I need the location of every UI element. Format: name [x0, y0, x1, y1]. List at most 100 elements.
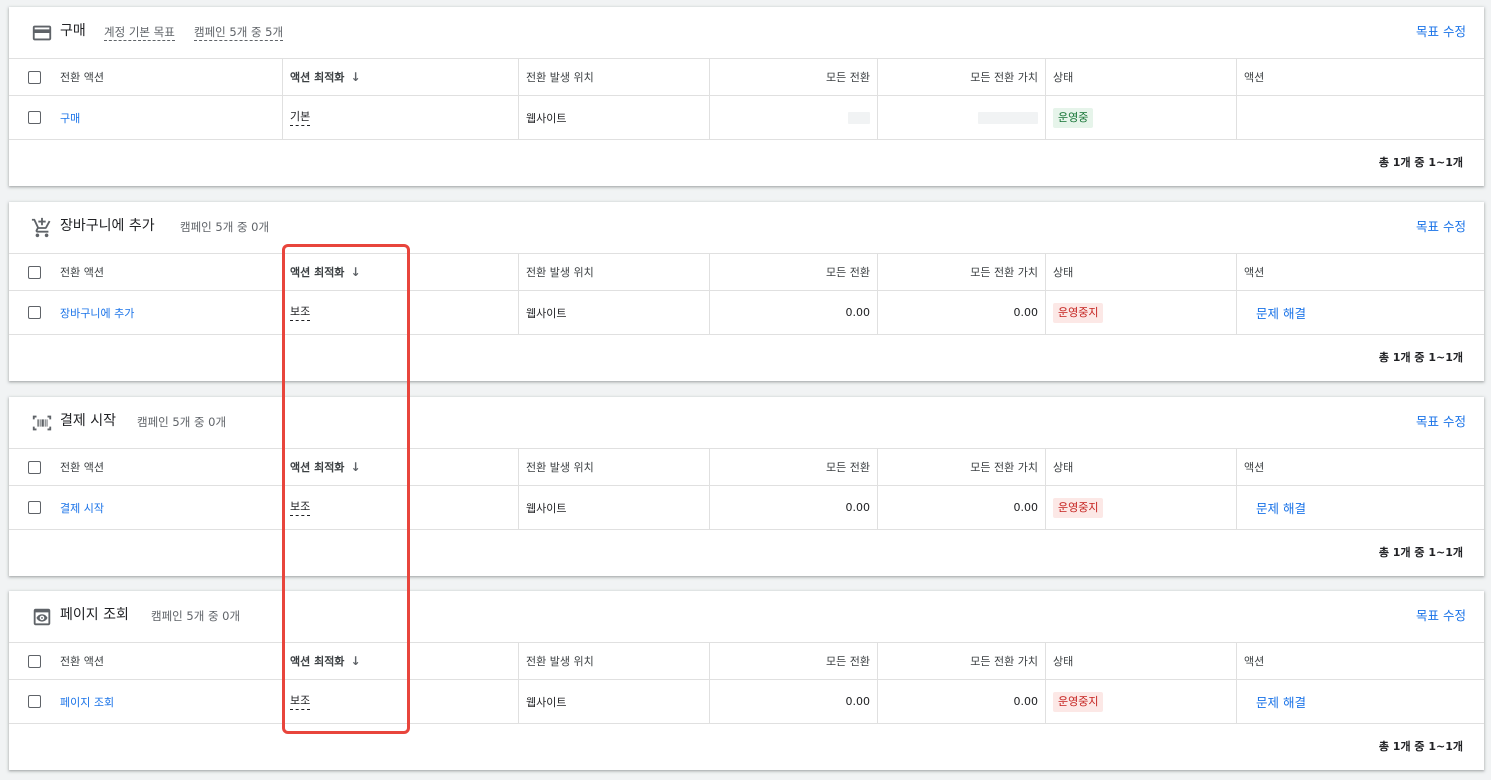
- action-optimization-cell[interactable]: 기본: [290, 96, 311, 139]
- conversion-source-cell: 웹사이트: [526, 695, 567, 709]
- col-header-action-optimization[interactable]: 액션 최적화 ↓: [290, 59, 361, 95]
- card-header: 장바구니에 추가 캠페인 5개 중 0개 목표 수정: [9, 202, 1484, 253]
- page-view-eye-icon: [33, 608, 51, 626]
- all-conversions-cell: 0.00: [845, 695, 871, 708]
- col-header-actions: 액션: [1244, 71, 1265, 84]
- all-conversions-cell: 0.00: [845, 306, 871, 319]
- conversion-action-link[interactable]: 결제 시작: [60, 486, 104, 529]
- col-header-all-conversions: 모든 전환: [826, 655, 870, 668]
- campaign-count: 캠페인 5개 중 5개: [194, 25, 284, 41]
- category-title: 장바구니에 추가: [60, 218, 155, 234]
- col-header-actions: 액션: [1244, 655, 1265, 668]
- status-badge: 운영중지: [1053, 691, 1104, 712]
- barcode-scanner-icon: [32, 415, 52, 431]
- table-row: 구매 기본 웹사이트 운영중: [9, 95, 1484, 139]
- status-badge: 운영중지: [1053, 302, 1104, 323]
- conversion-source-cell: 웹사이트: [526, 501, 567, 515]
- all-conversion-value-cell: [978, 96, 1038, 139]
- table-header-row: 전환 액션 액션 최적화 ↓ 전환 발생 위치 모든 전환 모든 전환 가치 상태…: [9, 58, 1484, 95]
- status-cell: 운영중지: [1053, 680, 1104, 723]
- action-optimization-cell[interactable]: 보조: [290, 486, 311, 529]
- card-header: 결제 시작 캠페인 5개 중 0개 목표 수정: [9, 397, 1484, 448]
- edit-goal-link[interactable]: 목표 수정: [1416, 413, 1466, 431]
- col-header-all-conversions: 모든 전환: [826, 71, 870, 84]
- status-badge: 운영중지: [1053, 497, 1104, 518]
- select-all-checkbox[interactable]: [28, 71, 41, 84]
- goal-card-begin-checkout: 결제 시작 캠페인 5개 중 0개 목표 수정 전환 액션 액션 최적화 ↓ 전환…: [9, 397, 1484, 576]
- category-title: 구매: [60, 23, 86, 39]
- col-header-conversion-action: 전환 액션: [60, 266, 104, 279]
- col-header-all-conversion-value: 모든 전환 가치: [970, 461, 1038, 474]
- pagination-label: 총 1개 중 1~1개: [1378, 351, 1463, 364]
- col-header-conversion-action: 전환 액션: [60, 461, 104, 474]
- col-header-conversion-source: 전환 발생 위치: [526, 655, 594, 668]
- card-footer: 총 1개 중 1~1개: [9, 723, 1484, 769]
- card-footer: 총 1개 중 1~1개: [9, 139, 1484, 185]
- category-title: 페이지 조회: [60, 607, 129, 623]
- col-header-conversion-source: 전환 발생 위치: [526, 71, 594, 84]
- troubleshoot-link[interactable]: 문제 해결: [1256, 486, 1306, 529]
- conversion-source-cell: 웹사이트: [526, 111, 567, 125]
- action-optimization-cell[interactable]: 보조: [290, 291, 311, 334]
- col-header-action-optimization[interactable]: 액션 최적화 ↓: [290, 449, 361, 485]
- pagination-label: 총 1개 중 1~1개: [1378, 156, 1463, 169]
- col-header-conversion-source: 전환 발생 위치: [526, 266, 594, 279]
- row-checkbox[interactable]: [28, 501, 41, 514]
- col-header-action-optimization[interactable]: 액션 최적화 ↓: [290, 643, 361, 679]
- conversion-action-link[interactable]: 구매: [60, 96, 80, 139]
- all-conversions-cell: [848, 96, 870, 139]
- col-header-all-conversion-value: 모든 전환 가치: [970, 655, 1038, 668]
- status-badge: 운영중: [1053, 107, 1094, 128]
- conversion-source-cell: 웹사이트: [526, 306, 567, 320]
- table-header-row: 전환 액션 액션 최적화 ↓ 전환 발생 위치 모든 전환 모든 전환 가치 상태…: [9, 253, 1484, 290]
- col-header-action-optimization[interactable]: 액션 최적화 ↓: [290, 254, 361, 290]
- category-title: 결제 시작: [60, 413, 116, 429]
- arrow-down-icon: ↓: [350, 654, 361, 668]
- card-footer: 총 1개 중 1~1개: [9, 529, 1484, 575]
- arrow-down-icon: ↓: [350, 70, 361, 84]
- table-row: 장바구니에 추가 보조 웹사이트 0.00 0.00 운영중지 문제 해결: [9, 290, 1484, 334]
- select-all-checkbox[interactable]: [28, 461, 41, 474]
- row-checkbox[interactable]: [28, 306, 41, 319]
- edit-goal-link[interactable]: 목표 수정: [1416, 218, 1466, 236]
- col-header-all-conversions: 모든 전환: [826, 266, 870, 279]
- col-header-all-conversions: 모든 전환: [826, 461, 870, 474]
- all-conversion-value-cell: 0.00: [1013, 306, 1039, 319]
- table-row: 결제 시작 보조 웹사이트 0.00 0.00 운영중지 문제 해결: [9, 485, 1484, 529]
- col-header-status: 상태: [1053, 461, 1074, 474]
- all-conversion-value-cell: 0.00: [1013, 695, 1039, 708]
- status-cell: 운영중지: [1053, 486, 1104, 529]
- row-checkbox[interactable]: [28, 695, 41, 708]
- pagination-label: 총 1개 중 1~1개: [1378, 740, 1463, 753]
- campaign-count: 캠페인 5개 중 0개: [137, 415, 227, 429]
- col-header-all-conversion-value: 모든 전환 가치: [970, 71, 1038, 84]
- campaign-count: 캠페인 5개 중 0개: [151, 609, 241, 623]
- card-header: 구매 계정 기본 목표 캠페인 5개 중 5개 목표 수정: [9, 7, 1484, 58]
- account-default-goal-label: 계정 기본 목표: [104, 25, 175, 41]
- table-header-row: 전환 액션 액션 최적화 ↓ 전환 발생 위치 모든 전환 모든 전환 가치 상태…: [9, 448, 1484, 485]
- action-optimization-cell[interactable]: 보조: [290, 680, 311, 723]
- campaign-count: 캠페인 5개 중 0개: [180, 220, 270, 234]
- pagination-label: 총 1개 중 1~1개: [1378, 546, 1463, 559]
- col-header-status: 상태: [1053, 266, 1074, 279]
- goal-card-add-to-cart: 장바구니에 추가 캠페인 5개 중 0개 목표 수정 전환 액션 액션 최적화 ↓…: [9, 202, 1484, 381]
- card-header: 페이지 조회 캠페인 5개 중 0개 목표 수정: [9, 591, 1484, 642]
- status-cell: 운영중지: [1053, 291, 1104, 334]
- col-header-actions: 액션: [1244, 266, 1265, 279]
- edit-goal-link[interactable]: 목표 수정: [1416, 607, 1466, 625]
- select-all-checkbox[interactable]: [28, 655, 41, 668]
- col-header-all-conversion-value: 모든 전환 가치: [970, 266, 1038, 279]
- col-header-conversion-action: 전환 액션: [60, 655, 104, 668]
- col-header-status: 상태: [1053, 655, 1074, 668]
- goal-card-page-view: 페이지 조회 캠페인 5개 중 0개 목표 수정 전환 액션 액션 최적화 ↓ 전…: [9, 591, 1484, 770]
- row-checkbox[interactable]: [28, 111, 41, 124]
- conversion-action-link[interactable]: 페이지 조회: [60, 680, 114, 723]
- conversion-action-link[interactable]: 장바구니에 추가: [60, 291, 134, 334]
- all-conversions-cell: 0.00: [845, 501, 871, 514]
- edit-goal-link[interactable]: 목표 수정: [1416, 23, 1466, 41]
- select-all-checkbox[interactable]: [28, 266, 41, 279]
- credit-card-icon: [32, 25, 52, 41]
- troubleshoot-link[interactable]: 문제 해결: [1256, 680, 1306, 723]
- troubleshoot-link[interactable]: 문제 해결: [1256, 291, 1306, 334]
- goal-card-purchase: 구매 계정 기본 목표 캠페인 5개 중 5개 목표 수정 전환 액션 액션 최…: [9, 7, 1484, 186]
